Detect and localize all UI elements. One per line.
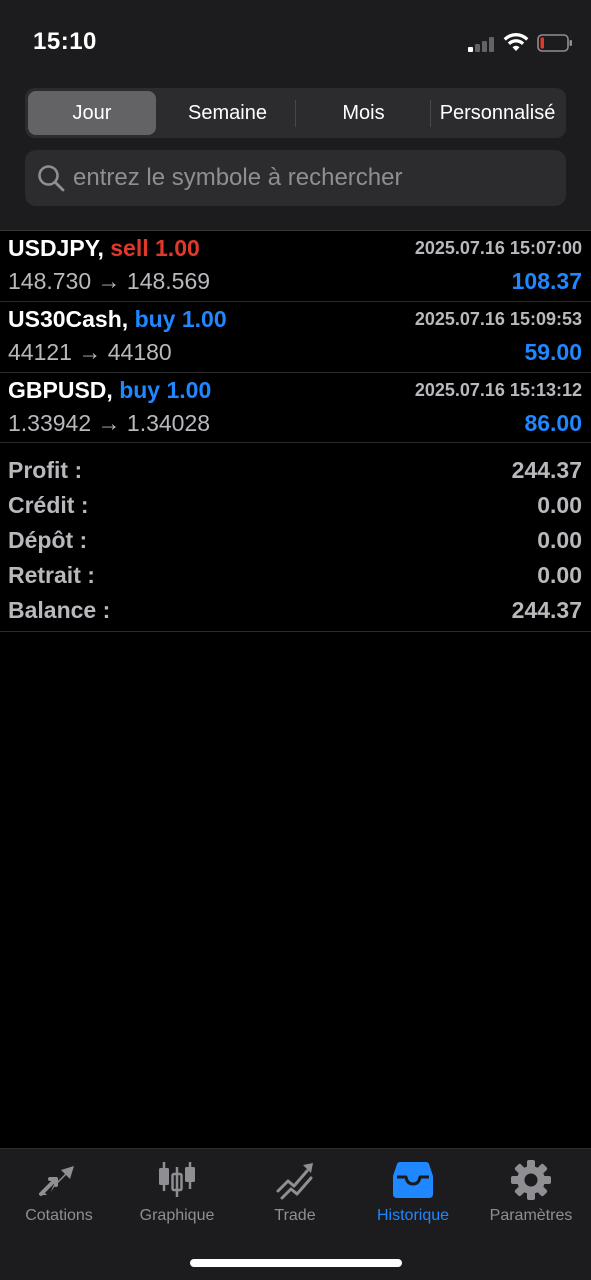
cellular-signal-icon — [468, 36, 496, 52]
trade-side: sell 1.00 — [110, 235, 200, 261]
inbox-tray-icon — [393, 1162, 433, 1198]
summary-value: 0.00 — [537, 527, 582, 553]
tab-parametres[interactable]: Paramètres — [472, 1159, 590, 1239]
trade-time: 2025.07.16 15:13:12 — [414, 380, 582, 400]
account-summary: Profit : 244.37 Crédit : 0.00 Dépôt : 0.… — [0, 442, 591, 632]
summary-label: Balance : — [8, 597, 111, 623]
trade-profit: 59.00 — [524, 339, 582, 365]
summary-label: Dépôt : — [8, 527, 88, 553]
cotations-arrows-icon — [39, 1166, 74, 1196]
tab-personnalise[interactable]: Personnalisé — [431, 91, 564, 135]
status-time: 15:10 — [33, 28, 97, 55]
tab-graphique[interactable]: Graphique — [118, 1159, 236, 1239]
trade-side: buy 1.00 — [119, 377, 212, 403]
search-icon — [38, 165, 65, 192]
trade-row[interactable]: USDJPY, sell 1.00 2025.07.16 15:07:00 14… — [0, 230, 591, 301]
trade-profit: 108.37 — [511, 268, 582, 294]
trade-title: US30Cash, buy 1.00 — [8, 306, 227, 333]
period-segmented-control: Jour Semaine Mois Personnalisé — [25, 88, 566, 138]
wifi-icon — [503, 33, 529, 51]
trade-side: buy 1.00 — [134, 306, 227, 332]
tab-jour[interactable]: Jour — [28, 91, 156, 135]
summary-retrait-row: Retrait : 0.00 — [0, 562, 591, 597]
tab-trade[interactable]: Trade — [236, 1159, 354, 1239]
candlestick-chart-icon — [159, 1162, 195, 1197]
trade-trend-icon — [276, 1163, 313, 1200]
summary-depot-row: Dépôt : 0.00 — [0, 527, 591, 562]
home-indicator[interactable] — [190, 1259, 402, 1267]
trade-symbol: US30Cash, — [8, 306, 129, 332]
trade-prices: 148.730 → 148.569 — [8, 268, 211, 294]
summary-balance-row: Balance : 244.37 — [0, 597, 591, 632]
summary-label: Retrait : — [8, 562, 95, 588]
tab-label: Paramètres — [489, 1207, 573, 1224]
summary-value: 0.00 — [537, 562, 582, 588]
summary-label: Profit : — [8, 457, 83, 483]
trade-row[interactable]: US30Cash, buy 1.00 2025.07.16 15:09:53 4… — [0, 301, 591, 372]
tab-historique[interactable]: Historique — [354, 1159, 472, 1239]
tab-semaine[interactable]: Semaine — [160, 91, 295, 135]
summary-credit-row: Crédit : 0.00 — [0, 492, 591, 527]
trade-profit: 86.00 — [524, 410, 582, 436]
summary-value: 244.37 — [511, 457, 582, 483]
summary-value: 244.37 — [511, 597, 582, 623]
summary-profit-row: Profit : 244.37 — [0, 457, 591, 492]
tab-label: Cotations — [25, 1207, 93, 1224]
tab-mois[interactable]: Mois — [296, 91, 431, 135]
trade-history-list: USDJPY, sell 1.00 2025.07.16 15:07:00 14… — [0, 230, 591, 443]
trade-symbol: USDJPY, — [8, 235, 104, 261]
trade-prices: 44121 → 44180 — [8, 339, 172, 365]
summary-value: 0.00 — [537, 492, 582, 518]
trade-time: 2025.07.16 15:09:53 — [414, 309, 582, 329]
tab-label: Graphique — [139, 1207, 215, 1224]
trade-prices: 1.33942 → 1.34028 — [8, 410, 211, 436]
gear-icon — [511, 1160, 551, 1200]
search-bar[interactable] — [25, 150, 566, 206]
battery-low-icon — [537, 34, 572, 52]
trade-title: USDJPY, sell 1.00 — [8, 235, 200, 262]
tab-label: Historique — [376, 1207, 450, 1224]
trade-symbol: GBPUSD, — [8, 377, 113, 403]
trade-title: GBPUSD, buy 1.00 — [8, 377, 211, 404]
trade-time: 2025.07.16 15:07:00 — [414, 238, 582, 258]
summary-label: Crédit : — [8, 492, 89, 518]
trade-row[interactable]: GBPUSD, buy 1.00 2025.07.16 15:13:12 1.3… — [0, 372, 591, 443]
tab-label: Trade — [274, 1207, 316, 1224]
tab-cotations[interactable]: Cotations — [0, 1159, 118, 1239]
search-input[interactable] — [73, 158, 553, 198]
